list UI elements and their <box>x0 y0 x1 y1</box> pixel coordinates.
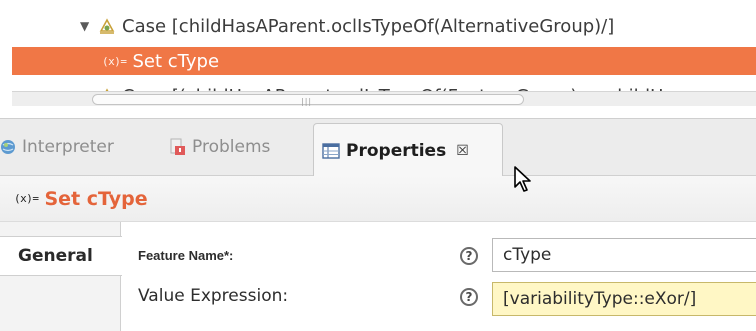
tree-node-set-ctype[interactable]: (x)= Set cType <box>12 47 756 75</box>
tab-label: Problems <box>192 137 271 157</box>
tab-label: Properties <box>346 140 447 161</box>
tree-node-case-alternative[interactable]: ▼ Case [childHasAParent.oclIsTypeOf(Alte… <box>80 12 614 40</box>
tab-interpreter[interactable]: Interpreter <box>0 127 114 167</box>
feature-name-field[interactable]: cType <box>492 238 756 272</box>
help-icon[interactable]: ? <box>460 247 478 265</box>
section-tab-general[interactable]: General <box>0 236 122 276</box>
value-expression-field[interactable]: [variabilityType::eXor/] <box>492 282 756 316</box>
set-variable-icon: (x)= <box>14 192 39 205</box>
case-icon <box>98 17 116 35</box>
tree-node-label: Case [childHasAParent.oclIsTypeOf(Altern… <box>122 15 615 37</box>
scrollbar-grip: ||| <box>301 97 313 106</box>
expand-arrow-icon[interactable]: ▼ <box>80 19 94 33</box>
set-variable-icon: (x)= <box>102 54 127 68</box>
properties-form: Feature Name*: ? cType Value Expression:… <box>122 222 756 331</box>
tab-problems[interactable]: Problems <box>170 127 270 167</box>
template-tree: ▼ Case [childHasAParent.oclIsTypeOf(Alte… <box>0 0 756 118</box>
properties-icon <box>322 142 340 159</box>
properties-title: Set cType <box>44 187 148 210</box>
feature-name-label: Feature Name*: <box>138 248 234 263</box>
close-icon[interactable]: ☒ <box>456 143 469 159</box>
horizontal-scrollbar[interactable]: ||| <box>12 91 756 106</box>
scrollbar-thumb[interactable]: ||| <box>92 94 524 106</box>
tab-label: Interpreter <box>22 137 114 157</box>
tree-node-label: Set cType <box>132 50 220 72</box>
tab-properties[interactable]: Properties ☒ <box>313 123 503 177</box>
help-icon[interactable]: ? <box>460 288 478 306</box>
problems-icon <box>170 138 186 156</box>
properties-section-list: General <box>0 222 122 331</box>
globe-icon <box>0 139 16 155</box>
value-expression-label: Value Expression: <box>138 286 289 306</box>
mouse-cursor-icon <box>514 166 531 192</box>
properties-header: (x)= Set cType <box>0 176 756 222</box>
views-tab-bar: Interpreter Problems Properties ☒ <box>0 118 756 177</box>
